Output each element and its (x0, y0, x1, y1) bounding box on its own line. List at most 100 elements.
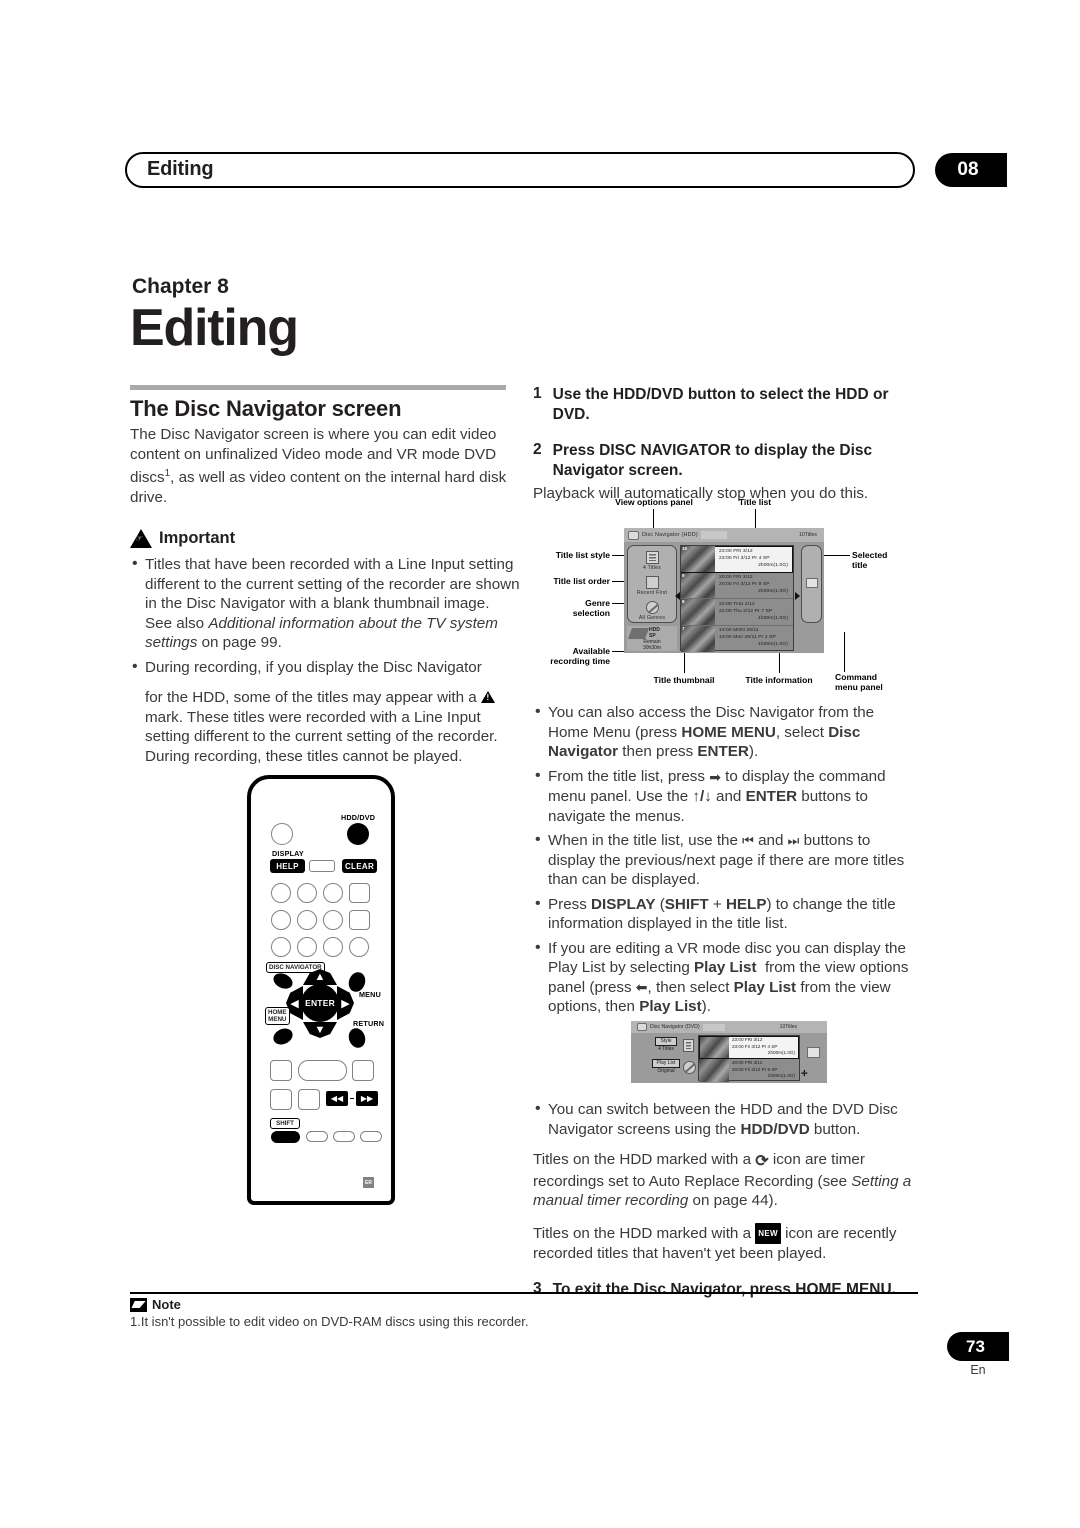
number-button[interactable] (323, 910, 343, 930)
view-option-list-order[interactable]: Recent First (627, 576, 677, 596)
title-list[interactable]: 10 23:00 FRI 3/12 23:00 Fri 3/12 Pr 4 SP… (680, 545, 794, 652)
shift-label: SHIFT (270, 1118, 300, 1129)
notes-bullet-list: You can also access the Disc Navigator f… (533, 702, 918, 1017)
title-information: 22:00 THU 2/12 22:00 Thu 2/12 Pr 7 SP 1h… (715, 599, 793, 625)
transport-button-2-left[interactable] (270, 1089, 292, 1110)
remote-center-small-button[interactable] (309, 860, 335, 872)
list-item: You can also access the Disc Navigator f… (533, 702, 918, 762)
skip-back-icon: ⏮ (742, 833, 754, 848)
dpad-down-button[interactable]: ▼ (303, 1022, 337, 1038)
home-menu-label: HOME MENU (265, 1007, 290, 1025)
table-row[interactable]: 23:00 FRI 3/12 23:00 Fri 3/12 Pr 4 SP 2h… (699, 1036, 799, 1059)
keypad-side-button[interactable] (349, 910, 370, 930)
remain-mode: HDD SP (649, 627, 660, 639)
callout-title-list-style: Title list style (555, 550, 610, 560)
hdd-dvd-button[interactable] (347, 823, 369, 845)
remote-power-button[interactable] (271, 823, 293, 845)
new-para-a: Titles on the HDD marked with a (533, 1224, 752, 1242)
help-button[interactable]: HELP (270, 859, 305, 873)
number-button[interactable] (349, 937, 369, 957)
remain-value: 30h30m (642, 645, 662, 651)
title-info-line1: 22:00 THU 2/12 (719, 601, 755, 607)
important-header: Important (130, 529, 520, 549)
page-number-badge: 73 (947, 1332, 1009, 1361)
step-2: 2 Press DISC NAVIGATOR to display the Di… (533, 441, 918, 480)
number-button[interactable] (271, 910, 291, 930)
header-pill (125, 152, 915, 188)
view-options-panel[interactable]: 4 Titles Recent First All Genres (627, 545, 677, 623)
home-menu-label-line1: HOME (268, 1009, 287, 1016)
return-button[interactable] (346, 1025, 368, 1051)
transport-button-left[interactable] (270, 1060, 292, 1081)
list-item: When in the title list, use the ⏮ and ⏭ … (533, 830, 918, 890)
command-menu-item[interactable] (806, 578, 818, 588)
table-row[interactable]: 7 19:00 MON 29/11 19:00 Mon 29/11 Pr 2 S… (681, 625, 793, 652)
table-row[interactable]: 8 22:00 THU 2/12 22:00 Thu 2/12 Pr 7 SP … (681, 599, 793, 626)
bullet-text-b: on page 99. (197, 634, 282, 652)
skip-forward-icon: ⏭ (787, 833, 800, 848)
bottom-button-1[interactable] (306, 1131, 328, 1142)
skip-next-button[interactable]: ▶▶ (356, 1091, 378, 1106)
number-button[interactable] (323, 883, 343, 903)
right-column-lower: You can switch between the HDD and the D… (533, 1099, 918, 1303)
title-information: 20:00 FRI 3/12 20:00 Fri 3/12 Pr 9 SP 2h… (729, 1059, 799, 1082)
bottom-button-3[interactable] (360, 1131, 382, 1142)
title-info-line2: 22:00 Thu 2/12 Pr 7 SP (719, 608, 773, 614)
table-row[interactable]: 9 20:00 FRI 3/12 20:00 Fri 3/12 Pr 9 SP … (681, 572, 793, 599)
table-row[interactable]: 10 23:00 FRI 3/12 23:00 Fri 3/12 Pr 4 SP… (681, 546, 793, 573)
number-button[interactable] (297, 937, 317, 957)
callout-selected-line1: Selected (852, 550, 888, 560)
command-menu-panel[interactable] (801, 545, 822, 623)
number-button[interactable] (297, 910, 317, 930)
view-option-list-style[interactable]: 4 Titles (627, 551, 677, 571)
number-button[interactable] (271, 937, 291, 957)
list-item: If you are editing a VR mode disc you ca… (533, 938, 918, 1017)
screen-title-bar: Disc Navigator (HDD) 10Titles (624, 528, 824, 542)
remote-control-illustration: HDD/DVD DISPLAY HELP CLEAR DISC NAVIGATO… (247, 775, 395, 1205)
bullet-text-b2: for the HDD, some of the titles may appe… (145, 689, 477, 707)
title-info-line1: 23:00 FRI 3/12 (732, 1037, 763, 1042)
command-menu-item[interactable] (807, 1047, 820, 1058)
home-menu-label-line2: MENU (268, 1016, 287, 1023)
list-item: From the title list, press ➡ to display … (533, 766, 918, 827)
bottom-button-2[interactable] (333, 1131, 355, 1142)
title-thumbnail: 8 (681, 599, 715, 625)
step-text: Press DISC NAVIGATOR to display the Disc… (552, 442, 873, 479)
number-button[interactable] (323, 937, 343, 957)
callout-selected-line2: title (852, 560, 868, 570)
clear-button[interactable]: CLEAR (342, 859, 377, 873)
genre-icon (683, 1061, 696, 1074)
disc-navigator-button[interactable] (270, 970, 296, 992)
number-button[interactable] (271, 883, 291, 903)
section-divider (130, 385, 506, 390)
transport-button-right[interactable] (352, 1060, 374, 1081)
dpad-right-button[interactable]: ▶ (337, 986, 354, 1020)
pencil-icon (130, 1297, 147, 1312)
right-column-bullets: You can also access the Disc Navigator f… (533, 702, 918, 1022)
transport-button-2-mid[interactable] (298, 1089, 320, 1110)
step-text: To exit the Disc Navigator, press HOME M… (552, 1280, 897, 1298)
enter-button[interactable]: ENTER (301, 984, 339, 1022)
view-option-style-value: 4 Titles (658, 1046, 674, 1052)
callout-command-line1: Command (835, 672, 878, 682)
home-menu-button[interactable] (270, 1025, 296, 1048)
title-thumbnail (699, 1059, 729, 1082)
callout-available-recording-time: Available recording time (528, 646, 610, 666)
title-count: 10Titles (779, 1024, 797, 1030)
available-recording-time-panel: HDD SP Remain 30h30m (627, 626, 677, 651)
title-info-line1: 19:00 MON 29/11 (719, 628, 759, 633)
shift-button[interactable] (271, 1131, 300, 1143)
title-info-line2: 20:00 Fri 3/12 Pr 9 SP (732, 1066, 778, 1072)
play-button[interactable] (298, 1060, 347, 1081)
keypad-side-button[interactable] (349, 883, 370, 903)
language-code: En (970, 1363, 986, 1377)
skip-previous-button[interactable]: ◀◀ (326, 1091, 348, 1106)
number-button[interactable] (297, 883, 317, 903)
table-row[interactable]: 20:00 FRI 3/12 20:00 Fri 3/12 Pr 9 SP 2h… (699, 1059, 799, 1082)
title-list[interactable]: 23:00 FRI 3/12 23:00 Fri 3/12 Pr 4 SP 2h… (698, 1035, 800, 1082)
warning-triangle-icon (480, 691, 495, 704)
callout-available-line2: recording time (550, 656, 610, 666)
remain-time: Remain 30h30m (629, 639, 675, 651)
view-option-genre[interactable]: All Genres (627, 601, 677, 621)
screen-title: Disc Navigator (DVD) (650, 1024, 700, 1030)
